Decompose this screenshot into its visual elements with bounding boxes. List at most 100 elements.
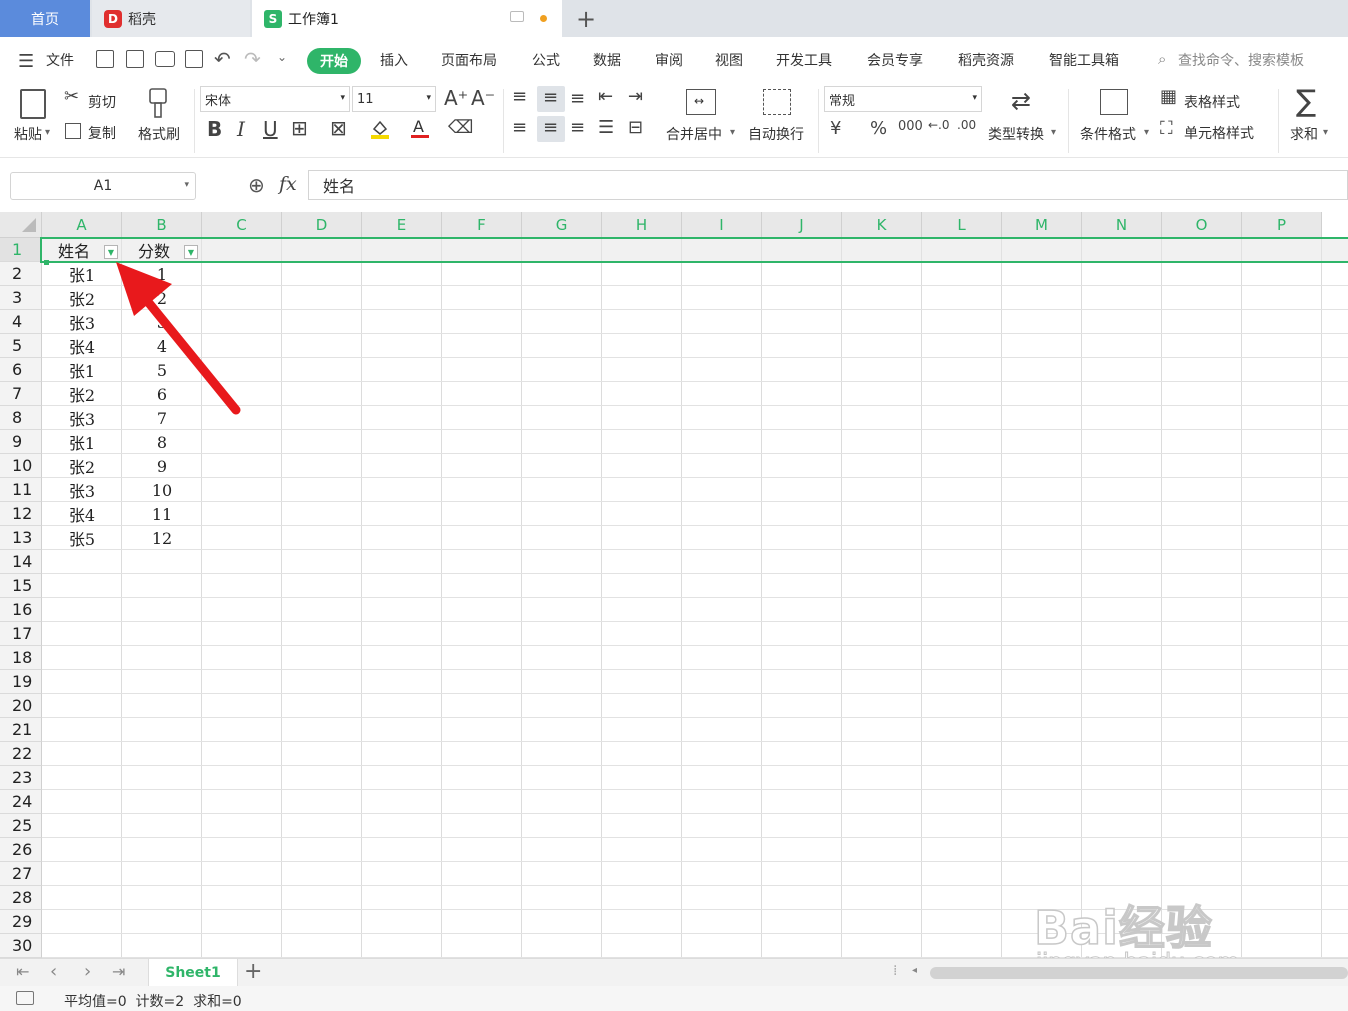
- row-header[interactable]: 24: [0, 790, 42, 814]
- column-header[interactable]: P: [1242, 212, 1322, 238]
- row-header[interactable]: 28: [0, 886, 42, 910]
- column-header[interactable]: G: [522, 212, 602, 238]
- menu-member[interactable]: 会员专享: [867, 50, 923, 70]
- table-cell[interactable]: 10: [122, 478, 202, 502]
- column-header[interactable]: A: [42, 212, 122, 238]
- row-header[interactable]: 10: [0, 454, 42, 478]
- menu-insert[interactable]: 插入: [380, 50, 408, 70]
- increase-indent-icon[interactable]: ⇥: [628, 88, 643, 106]
- tab-daoke[interactable]: D 稻壳: [92, 0, 250, 37]
- increase-font-icon[interactable]: A⁺: [444, 88, 468, 108]
- font-name-select[interactable]: 宋体 ▾: [200, 86, 350, 112]
- menu-review[interactable]: 审阅: [655, 50, 683, 70]
- last-sheet-icon[interactable]: ⇥: [112, 962, 125, 981]
- save-icon[interactable]: [96, 50, 114, 68]
- row-header[interactable]: 29: [0, 910, 42, 934]
- row-header[interactable]: 8: [0, 406, 42, 430]
- table-cell[interactable]: 9: [122, 454, 202, 478]
- column-header[interactable]: F: [442, 212, 522, 238]
- clear-format-icon[interactable]: ⌫: [448, 119, 473, 137]
- row-header[interactable]: 18: [0, 646, 42, 670]
- header-cell-name[interactable]: 姓名: [42, 238, 106, 262]
- decrease-indent-icon[interactable]: ⇤: [598, 88, 613, 106]
- add-sheet-button[interactable]: +: [244, 959, 262, 984]
- decrease-decimal-icon[interactable]: .00: [957, 119, 976, 131]
- column-header[interactable]: E: [362, 212, 442, 238]
- row-header[interactable]: 15: [0, 574, 42, 598]
- wrap-text-button[interactable]: 自动换行: [748, 124, 804, 144]
- thousands-separator-icon[interactable]: 000: [898, 120, 923, 133]
- select-all-corner[interactable]: [0, 212, 42, 238]
- horizontal-scrollbar[interactable]: [930, 967, 1348, 979]
- table-style-button[interactable]: 表格样式: [1184, 92, 1240, 112]
- row-header[interactable]: 12: [0, 502, 42, 526]
- number-format-select[interactable]: 常规 ▾: [824, 86, 982, 112]
- border-icon[interactable]: ⊞: [291, 118, 308, 138]
- copy-button[interactable]: 复制: [88, 123, 116, 143]
- name-box[interactable]: A1 ▾: [10, 172, 196, 200]
- format-painter-icon[interactable]: [147, 87, 169, 119]
- redo-icon[interactable]: ↷: [244, 47, 261, 71]
- decrease-font-icon[interactable]: A⁻: [471, 88, 495, 108]
- row-header[interactable]: 14: [0, 550, 42, 574]
- spreadsheet-grid[interactable]: ABCDEFGHIJKLMNOP 1 2 3 4 5 6 7 8 9 10 11 12 13 14 15 16…: [0, 212, 1348, 958]
- row-header[interactable]: 23: [0, 766, 42, 790]
- table-cell[interactable]: 张2: [42, 454, 122, 478]
- cell-style-icon[interactable]: ⛶: [1160, 120, 1173, 138]
- cell-style-button[interactable]: 单元格样式: [1184, 123, 1254, 143]
- column-header[interactable]: J: [762, 212, 842, 238]
- table-cell[interactable]: 张5: [42, 526, 122, 550]
- export-icon[interactable]: [126, 50, 144, 68]
- align-left-icon[interactable]: ≡: [512, 119, 527, 137]
- menu-file[interactable]: 文件: [46, 50, 74, 70]
- row-header[interactable]: 13: [0, 526, 42, 550]
- align-bottom-icon[interactable]: ≡: [570, 90, 585, 108]
- conditional-format-icon[interactable]: [1100, 89, 1128, 115]
- table-cell[interactable]: 张3: [42, 478, 122, 502]
- status-monitor-icon[interactable]: [16, 991, 34, 1005]
- row-header[interactable]: 26: [0, 838, 42, 862]
- paste-button[interactable]: 粘贴: [14, 124, 42, 144]
- row-header[interactable]: 4: [0, 310, 42, 334]
- column-header[interactable]: K: [842, 212, 922, 238]
- print-icon[interactable]: [155, 51, 175, 67]
- merge-center-icon[interactable]: ↔: [686, 89, 716, 115]
- column-header[interactable]: H: [602, 212, 682, 238]
- menu-page-layout[interactable]: 页面布局: [441, 50, 497, 70]
- search-box[interactable]: 查找命令、搜索模板: [1178, 50, 1304, 70]
- font-size-select[interactable]: 11 ▾: [352, 86, 436, 112]
- table-cell[interactable]: 12: [122, 526, 202, 550]
- paste-icon[interactable]: [20, 89, 46, 119]
- row-header[interactable]: 17: [0, 622, 42, 646]
- row-header[interactable]: 2: [0, 262, 42, 286]
- underline-icon[interactable]: U: [263, 119, 278, 139]
- column-header[interactable]: B: [122, 212, 202, 238]
- next-sheet-icon[interactable]: ›: [84, 961, 91, 982]
- currency-icon[interactable]: ¥: [830, 120, 841, 138]
- more-dropdown-icon[interactable]: ⌄: [277, 50, 287, 64]
- row-header[interactable]: 5: [0, 334, 42, 358]
- menu-daoke-resources[interactable]: 稻壳资源: [958, 50, 1014, 70]
- zoom-icon[interactable]: ⊕: [248, 173, 265, 197]
- menu-developer[interactable]: 开发工具: [776, 50, 832, 70]
- bold-icon[interactable]: B: [207, 119, 222, 139]
- scroll-left-icon[interactable]: ◂: [912, 965, 917, 976]
- tab-home[interactable]: 首页: [0, 0, 90, 37]
- hamburger-icon[interactable]: ☰: [18, 51, 34, 72]
- column-header[interactable]: M: [1002, 212, 1082, 238]
- align-center-button[interactable]: ≡: [537, 116, 565, 142]
- prev-sheet-icon[interactable]: ‹: [50, 961, 57, 982]
- justify-icon[interactable]: ☰: [598, 119, 614, 137]
- format-painter-button[interactable]: 格式刷: [138, 124, 180, 144]
- column-header[interactable]: D: [282, 212, 362, 238]
- table-cell[interactable]: 8: [122, 430, 202, 454]
- font-color-icon[interactable]: A: [410, 117, 430, 139]
- type-convert-icon[interactable]: ⇄: [1011, 89, 1031, 113]
- formula-input[interactable]: 姓名: [308, 170, 1348, 200]
- row-header[interactable]: 27: [0, 862, 42, 886]
- table-cell[interactable]: 张4: [42, 502, 122, 526]
- cut-button[interactable]: 剪切: [88, 92, 116, 112]
- wrap-text-icon[interactable]: [763, 89, 791, 115]
- column-header[interactable]: C: [202, 212, 282, 238]
- menu-start[interactable]: 开始: [307, 48, 361, 74]
